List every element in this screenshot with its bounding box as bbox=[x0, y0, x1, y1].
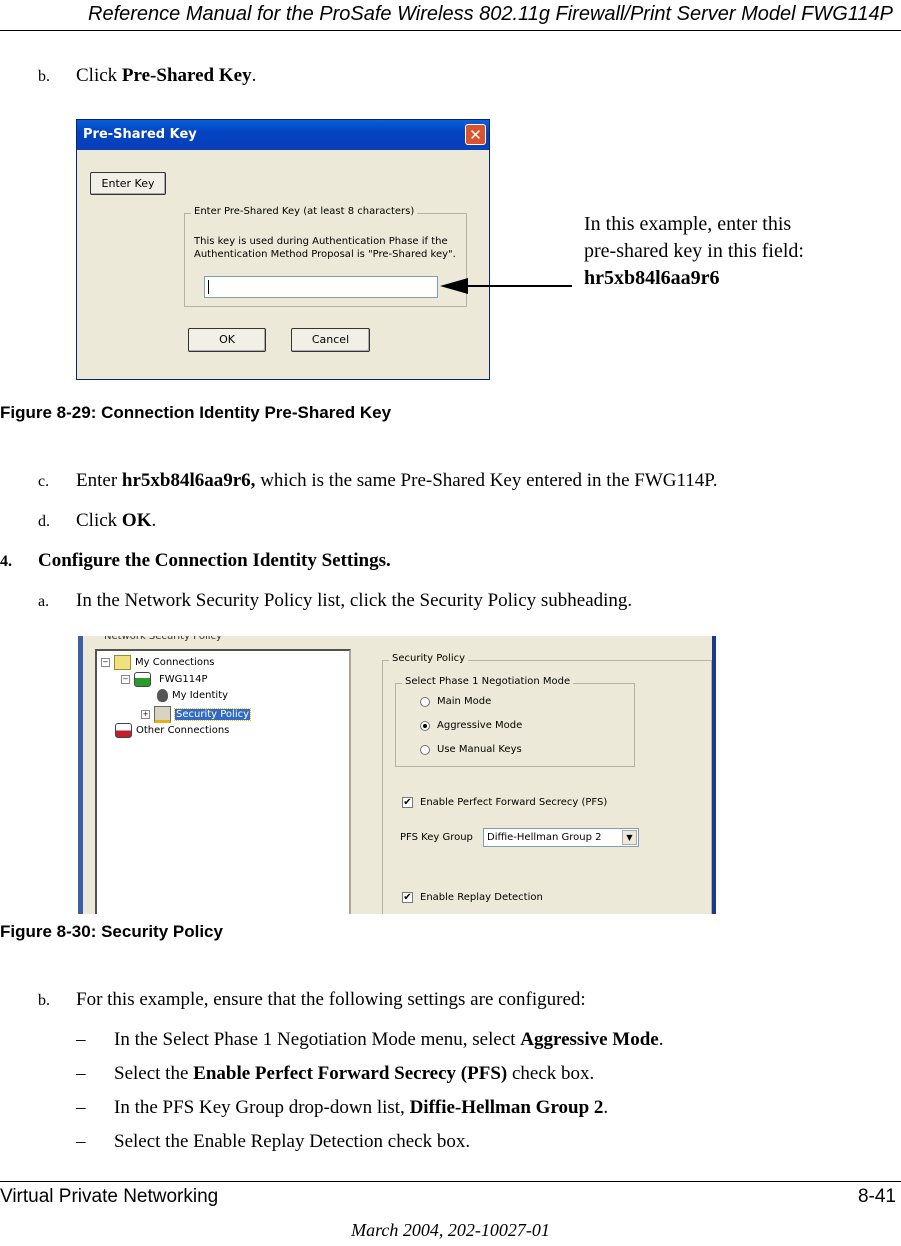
footer-date: March 2004, 202-10027-01 bbox=[351, 1220, 550, 1240]
dropdown-arrow-icon[interactable]: ▼ bbox=[622, 830, 637, 845]
other-connections-icon bbox=[115, 723, 132, 738]
callout-key: hr5xb84l6aa9r6 bbox=[584, 267, 720, 289]
checkbox-checked[interactable]: ✔ bbox=[402, 797, 413, 808]
header-rule bbox=[0, 30, 901, 31]
collapse-icon[interactable]: − bbox=[121, 675, 130, 684]
replay-detection-checkbox[interactable]: ✔ Enable Replay Detection bbox=[402, 892, 543, 903]
connection-icon bbox=[134, 672, 151, 687]
bullet-aggressive-mode: – In the Select Phase 1 Negotiation Mode … bbox=[76, 1029, 664, 1050]
figure-8-30-caption: Figure 8-30: Security Policy bbox=[0, 922, 223, 941]
tree-item-my-connections[interactable]: − My Connections bbox=[101, 655, 215, 670]
page-number: 8-41 bbox=[857, 1186, 896, 1207]
callout-arrow-line bbox=[465, 285, 572, 287]
radio-button-selected[interactable] bbox=[420, 720, 430, 731]
network-security-policy-tree[interactable]: − My Connections − FWG114P My Identity +… bbox=[95, 649, 351, 914]
phase1-mode-groupbox: Select Phase 1 Negotiation Mode Main Mod… bbox=[395, 676, 635, 767]
pfs-key-group-select[interactable]: Diffie-Hellman Group 2 ▼ bbox=[483, 828, 639, 847]
psk-groupbox: Enter Pre-Shared Key (at least 8 charact… bbox=[184, 206, 467, 307]
tree-label: Network Security Policy bbox=[104, 636, 222, 642]
footer-section: Virtual Private Networking bbox=[0, 1186, 219, 1207]
checkbox-checked[interactable]: ✔ bbox=[402, 892, 413, 903]
step-a-network-security: a. In the Network Security Policy list, c… bbox=[38, 590, 633, 611]
pfs-key-group-label: PFS Key Group bbox=[400, 832, 473, 843]
close-icon[interactable]: ✕ bbox=[465, 124, 486, 145]
ok-button[interactable]: OK bbox=[188, 328, 266, 352]
security-policy-groupbox: Security Policy Select Phase 1 Negotiati… bbox=[382, 653, 712, 914]
radio-button[interactable] bbox=[420, 744, 430, 755]
radio-main-mode[interactable]: Main Mode bbox=[420, 696, 491, 707]
folder-icon bbox=[114, 655, 131, 670]
tree-item-my-identity[interactable]: My Identity bbox=[157, 689, 228, 702]
identity-icon bbox=[157, 689, 168, 702]
psk-description-1: This key is used during Authentication P… bbox=[194, 236, 448, 247]
bullet-replay-detection: – Select the Enable Replay Detection chec… bbox=[76, 1131, 471, 1152]
window-edge bbox=[712, 636, 716, 914]
bullet-pfs-key-group: – In the PFS Key Group drop-down list, Di… bbox=[76, 1097, 609, 1118]
step-b-settings-intro: b. For this example, ensure that the foll… bbox=[38, 989, 586, 1010]
psk-group-label: Enter Pre-Shared Key (at least 8 charact… bbox=[191, 206, 418, 217]
step-c-enter-key: c. Enter hr5xb84l6aa9r6, which is the sam… bbox=[38, 470, 718, 491]
step-b-click-psk: b. Click Pre-Shared Key. bbox=[38, 65, 257, 86]
tree-item-fwg114p[interactable]: − FWG114P bbox=[121, 672, 208, 687]
callout-note: In this example, enter this pre-shared k… bbox=[584, 213, 804, 289]
tree-item-security-policy[interactable]: + Security Policy bbox=[141, 706, 252, 723]
bullet-enable-pfs: – Select the Enable Perfect Forward Secre… bbox=[76, 1063, 595, 1084]
security-policy-screenshot: Network Security Policy − My Connections… bbox=[78, 636, 716, 914]
expand-icon[interactable]: + bbox=[141, 710, 150, 719]
step-4-heading: 4. Configure the Connection Identity Sett… bbox=[0, 550, 391, 571]
callout-arrow-head bbox=[440, 278, 468, 294]
radio-button[interactable] bbox=[420, 696, 430, 707]
psk-description-2: Authentication Method Proposal is "Pre-S… bbox=[194, 249, 456, 260]
psk-input[interactable] bbox=[204, 276, 438, 298]
policy-folder-icon bbox=[154, 706, 171, 723]
running-header: Reference Manual for the ProSafe Wireles… bbox=[88, 3, 893, 25]
step-d-click-ok: d. Click OK. bbox=[38, 510, 157, 531]
footer-rule bbox=[0, 1181, 901, 1182]
pre-shared-key-dialog: Pre-Shared Key ✕ Enter Key Enter Pre-Sha… bbox=[76, 119, 490, 380]
security-policy-group-label: Security Policy bbox=[389, 653, 469, 664]
cancel-button[interactable]: Cancel bbox=[291, 328, 370, 352]
radio-use-manual-keys[interactable]: Use Manual Keys bbox=[420, 744, 522, 755]
tree-item-other-connections[interactable]: Other Connections bbox=[115, 723, 229, 738]
dialog-title-bar: Pre-Shared Key ✕ bbox=[77, 120, 489, 150]
enter-key-button[interactable]: Enter Key bbox=[90, 172, 166, 195]
pfs-checkbox[interactable]: ✔ Enable Perfect Forward Secrecy (PFS) bbox=[402, 797, 607, 808]
collapse-icon[interactable]: − bbox=[101, 658, 110, 667]
figure-8-29-caption: Figure 8-29: Connection Identity Pre-Sha… bbox=[0, 403, 392, 422]
dialog-title: Pre-Shared Key bbox=[83, 127, 197, 142]
window-edge bbox=[78, 636, 83, 914]
phase1-group-label: Select Phase 1 Negotiation Mode bbox=[402, 676, 574, 687]
radio-aggressive-mode[interactable]: Aggressive Mode bbox=[420, 720, 522, 731]
text-caret bbox=[208, 280, 209, 294]
